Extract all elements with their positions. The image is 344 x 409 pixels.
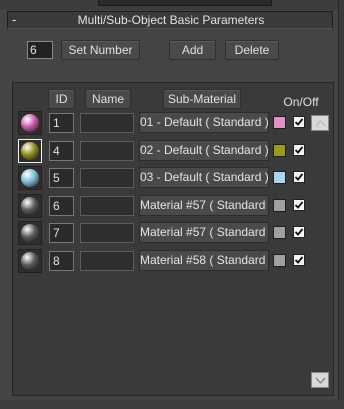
name-field[interactable]: [80, 140, 134, 161]
on-off-checkbox[interactable]: [293, 171, 305, 183]
check-icon: [294, 173, 304, 181]
set-number-button[interactable]: Set Number: [61, 40, 140, 60]
id-field[interactable]: 7: [49, 223, 74, 243]
sort-by-id-button[interactable]: ID: [48, 89, 75, 109]
sub-material-button[interactable]: Material #57 ( Standard ): [139, 222, 269, 243]
id-field[interactable]: 4: [49, 140, 74, 161]
sub-material-button[interactable]: 01 - Default ( Standard ): [139, 112, 269, 133]
check-icon: [294, 255, 304, 264]
check-icon: [294, 145, 304, 154]
color-swatch[interactable]: [273, 171, 286, 184]
check-icon: [294, 228, 304, 236]
sub-material-row: 1 01 - Default ( Standard ): [0, 111, 344, 137]
material-preview-sphere[interactable]: [18, 138, 42, 163]
sort-by-sub-material-button[interactable]: Sub-Material: [163, 89, 241, 109]
sphere-icon: [21, 224, 39, 242]
number-of-materials-field[interactable]: 6: [27, 41, 53, 59]
sub-material-button[interactable]: Material #57 ( Standard ): [139, 194, 269, 216]
sub-material-button[interactable]: 03 - Default ( Standard ): [139, 167, 269, 188]
on-off-checkbox[interactable]: [293, 198, 305, 211]
rollout-header[interactable]: - Multi/Sub-Object Basic Parameters: [7, 11, 333, 29]
sub-material-row: 5 03 - Default ( Standard ): [0, 166, 344, 192]
sphere-icon: [21, 169, 39, 187]
material-name-field-edge[interactable]: [98, 0, 272, 6]
color-swatch[interactable]: [273, 253, 286, 267]
id-field[interactable]: 6: [49, 195, 74, 216]
sphere-icon: [21, 196, 39, 215]
material-preview-sphere[interactable]: [18, 166, 42, 190]
add-button[interactable]: Add: [169, 40, 216, 60]
name-field[interactable]: [80, 113, 134, 133]
id-field[interactable]: 5: [49, 168, 74, 188]
color-swatch[interactable]: [273, 198, 286, 212]
name-field[interactable]: [80, 195, 134, 216]
name-field[interactable]: [80, 223, 134, 243]
sub-material-row: 4 02 - Default ( Standard ): [0, 138, 344, 165]
sub-material-row: 7 Material #57 ( Standard ): [0, 221, 344, 247]
check-icon: [294, 118, 304, 126]
id-field[interactable]: 1: [49, 113, 74, 133]
on-off-checkbox[interactable]: [293, 143, 305, 156]
on-off-label: On/Off: [283, 95, 319, 109]
scroll-down-button[interactable]: [311, 372, 329, 388]
bottom-bar: [0, 400, 344, 409]
sub-material-button[interactable]: Material #58 ( Standard ): [139, 249, 269, 271]
material-preview-sphere[interactable]: [18, 193, 42, 218]
on-off-checkbox[interactable]: [293, 226, 305, 238]
sub-material-row: 6 Material #57 ( Standard ): [0, 193, 344, 220]
on-off-checkbox[interactable]: [293, 253, 305, 266]
sub-material-row: 8 Material #58 ( Standard ): [0, 248, 344, 275]
name-field[interactable]: [80, 250, 134, 271]
name-field[interactable]: [80, 168, 134, 188]
material-preview-sphere[interactable]: [18, 221, 42, 245]
color-swatch[interactable]: [273, 226, 286, 239]
rollout-title: Multi/Sub-Object Basic Parameters: [77, 13, 265, 27]
chevron-down-icon: [315, 377, 326, 385]
delete-button[interactable]: Delete: [225, 40, 279, 60]
color-swatch[interactable]: [273, 143, 286, 157]
check-icon: [294, 200, 304, 209]
sphere-icon: [21, 141, 39, 160]
sort-by-name-button[interactable]: Name: [85, 89, 131, 109]
id-field[interactable]: 8: [49, 250, 74, 271]
sphere-icon: [21, 251, 39, 270]
material-preview-sphere[interactable]: [18, 111, 42, 135]
material-preview-sphere[interactable]: [18, 248, 42, 273]
color-swatch[interactable]: [273, 116, 286, 129]
sphere-icon: [21, 114, 39, 132]
sub-material-button[interactable]: 02 - Default ( Standard ): [139, 139, 269, 161]
on-off-checkbox[interactable]: [293, 116, 305, 128]
